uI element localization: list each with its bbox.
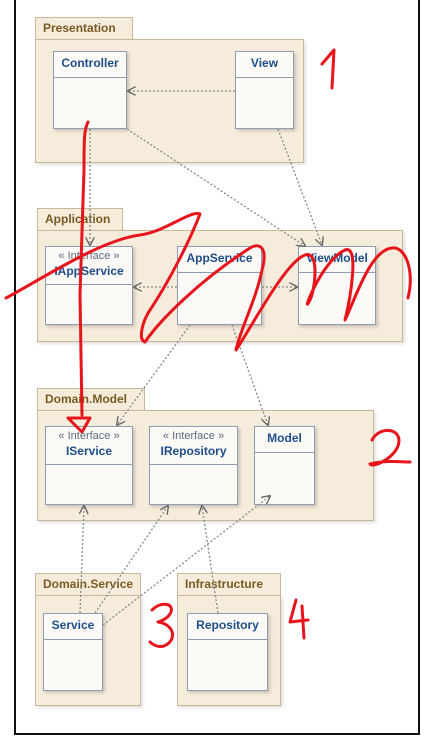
- handwritten-annotations: [4, 48, 412, 648]
- handwritten-number-3: [148, 602, 174, 648]
- handwritten-number-1: [320, 48, 336, 90]
- handwritten-arrowhead: [66, 416, 92, 434]
- handwritten-number-2: [368, 429, 412, 467]
- annotation-1: 1: [0, 0, 1, 1]
- handwritten-number-4: [288, 598, 310, 640]
- handwritten-scribble: [4, 212, 412, 352]
- handwritten-arrow: [78, 120, 90, 417]
